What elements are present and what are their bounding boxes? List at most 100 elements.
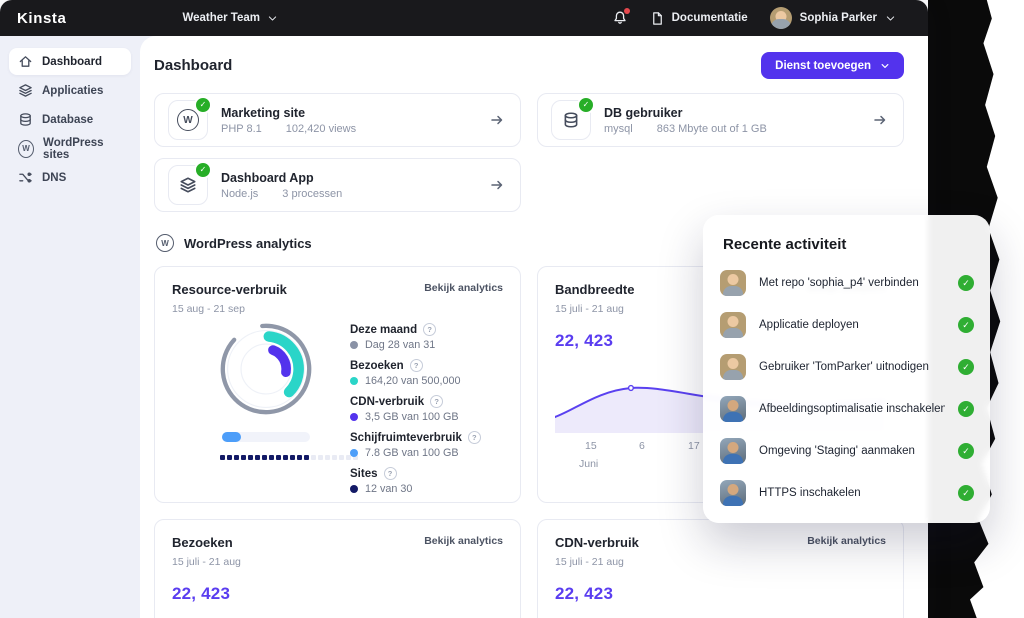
user-avatar <box>770 7 792 29</box>
legend-label: Sites <box>350 468 378 480</box>
activity-item: Applicatie deployen <box>720 312 974 338</box>
date-range: 15 juli - 21 aug <box>555 556 886 568</box>
help-icon[interactable] <box>384 467 397 480</box>
help-icon[interactable] <box>423 323 436 336</box>
status-ok-badge <box>577 96 595 114</box>
check-icon <box>958 275 974 291</box>
sidebar-item-dashboard[interactable]: Dashboard <box>9 48 131 75</box>
legend-value: 164,20 van 500,000 <box>365 375 460 387</box>
view-analytics-link[interactable]: Bekijk analytics <box>807 535 886 547</box>
activity-text: Omgeving 'Staging' aanmaken <box>759 445 945 457</box>
sidebar-item-label: DNS <box>42 172 66 184</box>
service-stat: 3 processen <box>282 188 342 200</box>
service-card-dashboard-app[interactable]: Dashboard App Node.js 3 processen <box>154 158 521 212</box>
avatar <box>720 312 746 338</box>
help-icon[interactable] <box>410 359 423 372</box>
avatar <box>720 354 746 380</box>
legend-label: CDN-verbruik <box>350 396 424 408</box>
legend-label: Deze maand <box>350 324 417 336</box>
help-icon[interactable] <box>468 431 481 444</box>
legend-dot <box>350 377 358 385</box>
arrow-right-icon[interactable] <box>490 113 504 127</box>
legend-item: Deze maand Dag 28 van 31 <box>350 323 503 351</box>
activity-text: Gebruiker 'TomParker' uitnodigen <box>759 361 945 373</box>
database-icon <box>18 112 33 127</box>
line-marker <box>629 386 634 391</box>
sidebar-item-database[interactable]: Database <box>9 106 131 133</box>
legend-dot <box>350 413 358 421</box>
sidebar-item-wordpress-sites[interactable]: WordPress sites <box>9 135 131 162</box>
activity-item: Afbeeldingsoptimalisatie inschakelen <box>720 396 974 422</box>
card-cdn-verbruik: CDN-verbruik Bekijk analytics 15 juli - … <box>537 519 904 618</box>
resource-legend: Deze maand Dag 28 van 31 Bezoeken 164,20… <box>350 321 503 503</box>
activity-text: HTTPS inschakelen <box>759 487 945 499</box>
view-analytics-link[interactable]: Bekijk analytics <box>424 282 503 294</box>
arrow-right-icon[interactable] <box>873 113 887 127</box>
date-range: 15 aug - 21 sep <box>172 303 503 315</box>
user-menu[interactable]: Sophia Parker <box>770 7 896 29</box>
chevron-down-icon <box>885 13 896 24</box>
check-icon <box>958 443 974 459</box>
service-card-marketing-site[interactable]: Marketing site PHP 8.1 102,420 views <box>154 93 521 147</box>
activity-text: Applicatie deployen <box>759 319 945 331</box>
legend-value: 7.8 GB van 100 GB <box>365 447 459 459</box>
sidebar-item-label: Dashboard <box>42 56 102 68</box>
check-icon <box>958 317 974 333</box>
notifications-button[interactable] <box>612 10 628 26</box>
database-icon <box>562 111 580 129</box>
layers-icon <box>179 176 197 194</box>
card-bezoeken: Bezoeken Bekijk analytics 15 juli - 21 a… <box>154 519 521 618</box>
avatar <box>720 396 746 422</box>
x-tick: 6 <box>639 440 645 452</box>
x-axis-label: Juni <box>579 458 598 470</box>
disk-usage-bar <box>222 432 310 442</box>
sidebar-item-dns[interactable]: DNS <box>9 164 131 191</box>
add-service-button[interactable]: Dienst toevoegen <box>761 52 904 79</box>
documentation-link[interactable]: Documentatie <box>650 11 748 26</box>
sites-usage-squares <box>220 455 358 460</box>
avatar <box>720 438 746 464</box>
card-title: CDN-verbruik <box>555 535 639 550</box>
topbar: Kinsta Weather Team Documentatie S <box>0 0 928 36</box>
wordpress-icon <box>18 140 34 158</box>
card-title: Bezoeken <box>172 535 233 550</box>
section-title: WordPress analytics <box>184 236 312 251</box>
arrow-right-icon[interactable] <box>490 178 504 192</box>
home-icon <box>18 54 33 69</box>
avatar <box>720 270 746 296</box>
service-cards: Marketing site PHP 8.1 102,420 views <box>154 93 904 212</box>
check-icon <box>958 401 974 417</box>
legend-value: 3,5 GB van 100 GB <box>365 411 459 423</box>
recent-activity-panel: Recente activiteit Met repo 'sophia_p4' … <box>703 215 990 523</box>
service-card-db-gebruiker[interactable]: DB gebruiker mysql 863 Mbyte out of 1 GB <box>537 93 904 147</box>
legend-value: 12 van 30 <box>365 483 412 495</box>
sidebar-item-label: Database <box>42 114 93 126</box>
visits-value: 22, 423 <box>172 584 503 604</box>
view-analytics-link[interactable]: Bekijk analytics <box>424 535 503 547</box>
activity-item: Met repo 'sophia_p4' verbinden <box>720 270 974 296</box>
sidebar-item-label: Applicaties <box>42 85 103 97</box>
documentation-label: Documentatie <box>672 12 748 24</box>
document-icon <box>650 11 665 26</box>
service-icon <box>551 100 591 140</box>
legend-item: Sites 12 van 30 <box>350 467 503 495</box>
resource-donut-chart <box>172 321 350 503</box>
service-stat: 102,420 views <box>286 123 356 135</box>
team-selector[interactable]: Weather Team <box>182 12 278 24</box>
chevron-down-icon <box>267 13 278 24</box>
add-service-label: Dienst toevoegen <box>775 60 871 72</box>
service-runtime: mysql <box>604 123 633 135</box>
ring-cdn <box>240 343 292 395</box>
service-name: DB gebruiker <box>604 106 873 120</box>
donut-chart <box>218 321 314 417</box>
legend-label: Bezoeken <box>350 360 404 372</box>
service-name: Marketing site <box>221 106 490 120</box>
service-icon <box>168 165 208 205</box>
help-icon[interactable] <box>430 395 443 408</box>
avatar <box>720 480 746 506</box>
service-name: Dashboard App <box>221 171 490 185</box>
sidebar-item-applicaties[interactable]: Applicaties <box>9 77 131 104</box>
activity-item: Gebruiker 'TomParker' uitnodigen <box>720 354 974 380</box>
x-tick: 15 <box>585 440 597 452</box>
service-runtime: PHP 8.1 <box>221 123 262 135</box>
